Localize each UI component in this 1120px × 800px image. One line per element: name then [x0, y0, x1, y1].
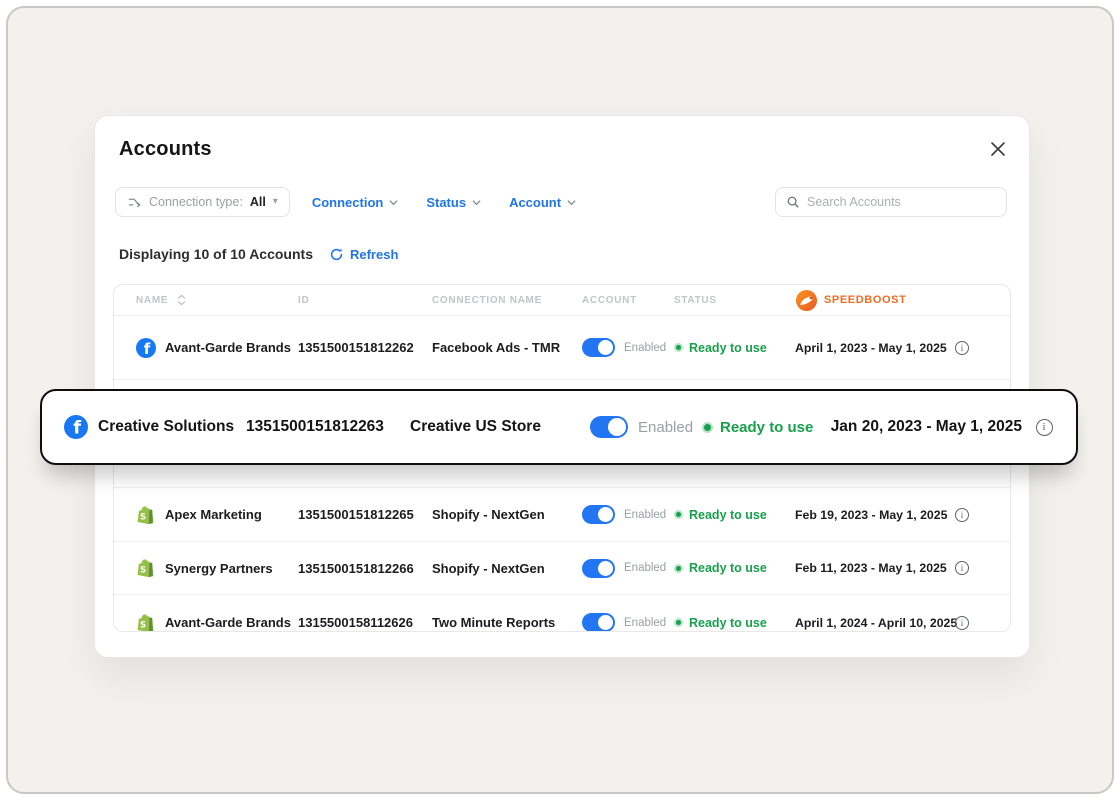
account-name: Avant-Garde Brands	[165, 615, 291, 630]
toggle-knob	[608, 418, 626, 436]
column-header-name[interactable]: NAME	[136, 294, 298, 306]
enabled-toggle[interactable]	[582, 613, 615, 632]
info-icon[interactable]: i	[955, 616, 969, 630]
connection-type-filter[interactable]: Connection type: All ▾	[115, 187, 290, 217]
date-range: Jan 20, 2023 - May 1, 2025	[829, 418, 1022, 436]
table-row[interactable]: S Synergy Partners 1351500151812266 Shop…	[114, 542, 1010, 595]
connection-dropdown-label: Connection	[312, 195, 384, 210]
account-id: 1351500151812265	[298, 507, 432, 522]
column-header-connection-name[interactable]: CONNECTION NAME	[432, 295, 582, 306]
filter-bar: Connection type: All ▾ Connection Status…	[115, 187, 1007, 217]
caret-down-icon: ▾	[273, 197, 278, 207]
account-id: 1351500151812266	[298, 561, 432, 576]
svg-text:S: S	[140, 620, 146, 630]
enabled-label: Enabled	[624, 562, 666, 574]
status-dot-icon	[674, 564, 683, 573]
connection-type-value: All	[250, 195, 266, 209]
column-header-status[interactable]: STATUS	[674, 295, 795, 306]
status-dropdown[interactable]: Status	[426, 195, 482, 210]
displaying-count-text: Displaying 10 of 10 Accounts	[119, 246, 313, 262]
table-row[interactable]: f Avant-Garde Brands 1351500151812262 Fa…	[114, 316, 1010, 380]
info-icon[interactable]: i	[1036, 419, 1053, 436]
speedboost-brand: SPEEDBOOST	[795, 289, 987, 312]
status-label: Ready to use	[720, 419, 813, 436]
table-header-row: NAME ID CONNECTION NAME ACCOUNT STATUS S…	[114, 285, 1010, 316]
account-dropdown[interactable]: Account	[509, 195, 577, 210]
status-dot-icon	[702, 422, 713, 433]
connection-name: Two Minute Reports	[432, 615, 582, 630]
facebook-icon: f	[64, 415, 88, 439]
highlighted-row-callout[interactable]: f Creative Solutions 1351500151812263 Cr…	[40, 389, 1078, 465]
status-label: Ready to use	[689, 341, 767, 355]
status-dot-icon	[674, 343, 683, 352]
account-dropdown-label: Account	[509, 195, 561, 210]
search-input[interactable]	[807, 195, 996, 209]
info-icon[interactable]: i	[955, 341, 969, 355]
status-dropdown-label: Status	[426, 195, 466, 210]
connection-name: Facebook Ads - TMR	[432, 340, 582, 355]
sort-icon	[177, 294, 186, 306]
chevron-down-icon	[566, 197, 577, 208]
date-range: Feb 19, 2023 - May 1, 2025	[795, 508, 937, 522]
connection-dropdown[interactable]: Connection	[312, 195, 400, 210]
account-name: Avant-Garde Brands	[165, 340, 291, 355]
enabled-label: Enabled	[638, 419, 693, 436]
svg-text:S: S	[140, 512, 146, 522]
enabled-toggle[interactable]	[582, 505, 615, 524]
toggle-knob	[598, 615, 613, 630]
speedboost-logo-icon	[795, 289, 818, 312]
toggle-knob	[598, 507, 613, 522]
enabled-toggle[interactable]	[590, 416, 628, 438]
enabled-label: Enabled	[624, 509, 666, 521]
shopify-icon: S	[136, 505, 156, 525]
speedboost-brand-text: SPEEDBOOST	[824, 294, 906, 306]
status-dot-icon	[674, 510, 683, 519]
search-accounts-box	[775, 187, 1007, 217]
facebook-icon: f	[136, 338, 156, 358]
enabled-toggle[interactable]	[582, 559, 615, 578]
summary-bar: Displaying 10 of 10 Accounts Refresh	[119, 246, 398, 262]
refresh-label: Refresh	[350, 247, 398, 262]
connection-type-icon	[127, 195, 142, 210]
shopify-icon: S	[136, 558, 156, 578]
status-label: Ready to use	[689, 508, 767, 522]
connection-type-label: Connection type:	[149, 195, 243, 209]
account-name: Apex Marketing	[165, 507, 262, 522]
enabled-label: Enabled	[624, 342, 666, 354]
refresh-button[interactable]: Refresh	[329, 247, 398, 262]
status-label: Ready to use	[689, 616, 767, 630]
search-icon	[786, 195, 800, 209]
date-range: Feb 11, 2023 - May 1, 2025	[795, 561, 937, 575]
account-id: 1351500151812262	[298, 340, 432, 355]
page-title: Accounts	[119, 138, 212, 161]
refresh-icon	[329, 247, 344, 262]
enabled-toggle[interactable]	[582, 338, 615, 357]
date-range: April 1, 2024 - April 10, 2025	[795, 616, 937, 630]
date-range: April 1, 2023 - May 1, 2025	[795, 341, 937, 355]
enabled-label: Enabled	[624, 617, 666, 629]
account-id: 1351500151812263	[246, 418, 410, 436]
accounts-modal: Accounts Connection type: All ▾ Connecti…	[94, 115, 1030, 658]
close-icon[interactable]	[989, 140, 1007, 158]
chevron-down-icon	[471, 197, 482, 208]
toggle-knob	[598, 561, 613, 576]
account-name: Creative Solutions	[98, 418, 234, 436]
svg-text:S: S	[140, 566, 146, 576]
info-icon[interactable]: i	[955, 561, 969, 575]
column-header-account[interactable]: ACCOUNT	[582, 295, 674, 306]
table-row[interactable]: S Apex Marketing 1351500151812265 Shopif…	[114, 488, 1010, 542]
connection-name: Creative US Store	[410, 418, 590, 436]
chevron-down-icon	[388, 197, 399, 208]
status-dot-icon	[674, 618, 683, 627]
info-icon[interactable]: i	[955, 508, 969, 522]
account-name: Synergy Partners	[165, 561, 273, 576]
status-label: Ready to use	[689, 561, 767, 575]
table-row[interactable]: S Avant-Garde Brands 1315500158112626 Tw…	[114, 595, 1010, 632]
shopify-icon: S	[136, 613, 156, 633]
account-id: 1315500158112626	[298, 615, 432, 630]
connection-name: Shopify - NextGen	[432, 561, 582, 576]
toggle-knob	[598, 340, 613, 355]
connection-name: Shopify - NextGen	[432, 507, 582, 522]
column-header-id[interactable]: ID	[298, 295, 432, 306]
